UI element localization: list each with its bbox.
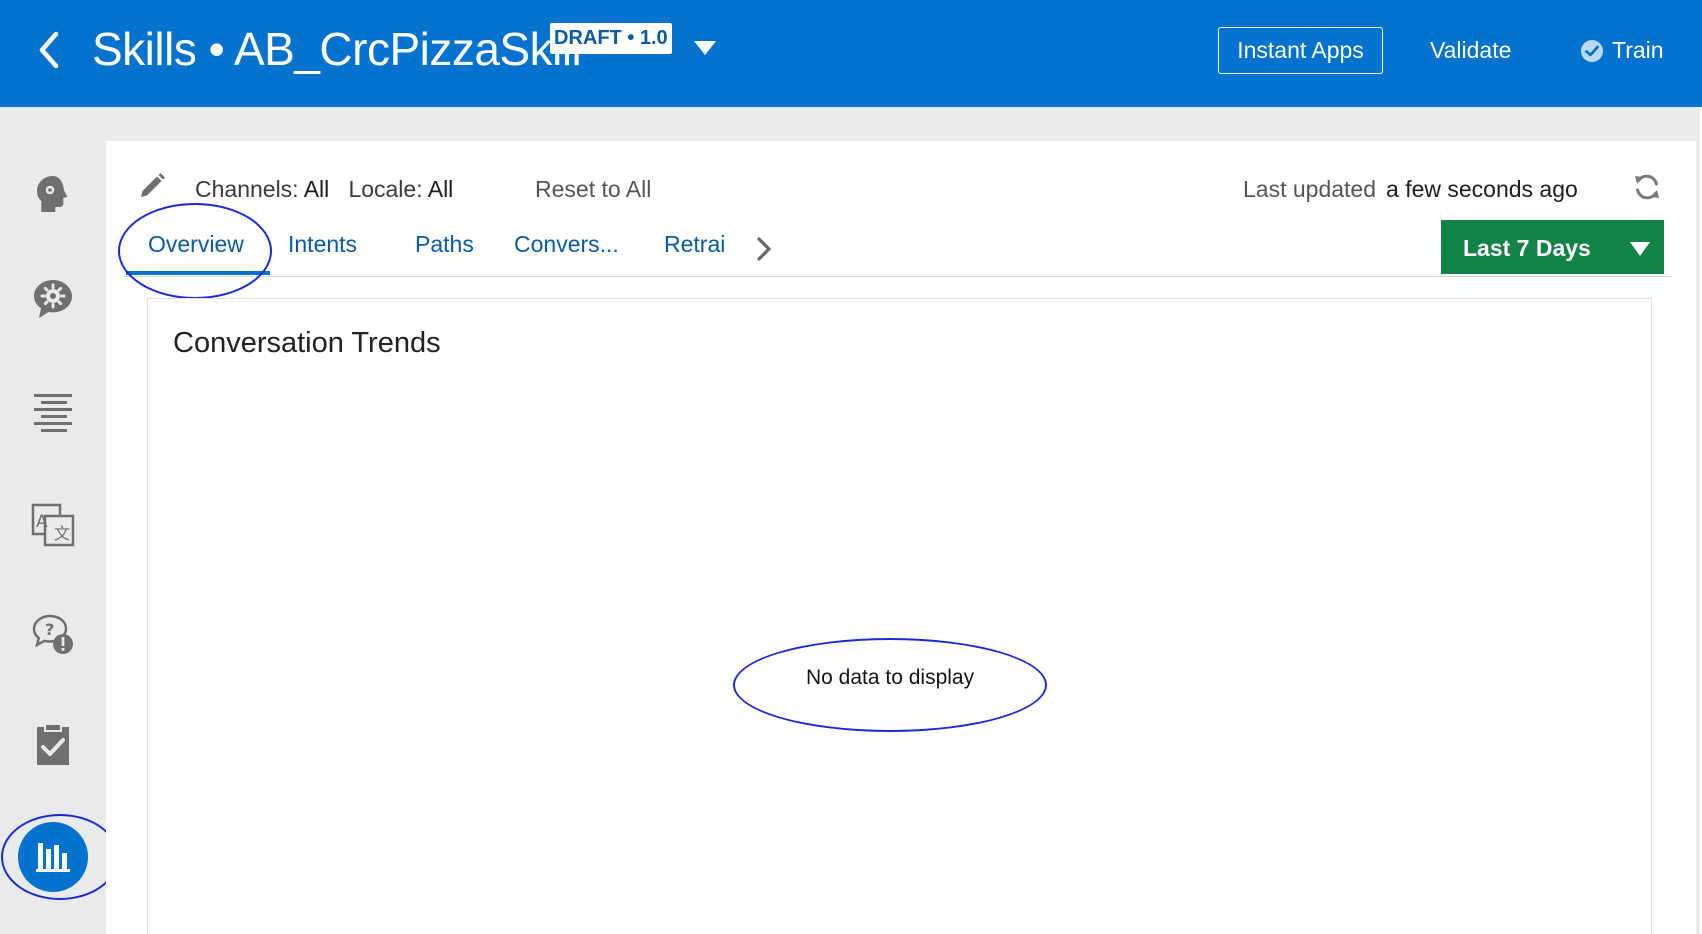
channels-label: Channels: bbox=[195, 176, 299, 202]
resource-bundles-icon[interactable]: A 文 bbox=[30, 502, 76, 548]
filter-summary: Channels: All Locale: All bbox=[195, 176, 453, 203]
annotation-circle-empty-state bbox=[733, 638, 1047, 732]
app-header: Skills • AB_CrcPizzaSkill DRAFT • 1.0 In… bbox=[0, 0, 1702, 107]
entities-icon[interactable] bbox=[30, 276, 76, 322]
intents-icon[interactable] bbox=[30, 172, 76, 218]
tabs-divider bbox=[126, 276, 1672, 277]
instant-apps-button[interactable]: Instant Apps bbox=[1218, 27, 1383, 74]
check-circle-icon bbox=[1581, 39, 1603, 62]
quality-icon[interactable] bbox=[30, 722, 76, 768]
qna-icon[interactable]: ? bbox=[30, 612, 76, 658]
tab-conversations[interactable]: Convers... bbox=[514, 231, 619, 258]
date-range-dropdown[interactable]: Last 7 Days bbox=[1441, 220, 1664, 274]
svg-text:文: 文 bbox=[54, 524, 70, 543]
tab-retrainer[interactable]: Retrai bbox=[664, 231, 731, 258]
validate-button[interactable]: Validate bbox=[1430, 37, 1511, 64]
tabs-scroll-right-icon[interactable] bbox=[754, 235, 774, 263]
train-button[interactable]: Train bbox=[1580, 37, 1664, 64]
conversation-trends-card bbox=[147, 298, 1652, 934]
svg-text:?: ? bbox=[45, 620, 54, 639]
annotation-circle-insights bbox=[1, 814, 119, 900]
date-range-label: Last 7 Days bbox=[1463, 235, 1591, 261]
channels-value: All bbox=[303, 176, 330, 202]
version-badge: DRAFT • 1.0 bbox=[550, 23, 672, 54]
locale-value: All bbox=[427, 176, 454, 202]
tab-paths[interactable]: Paths bbox=[415, 231, 474, 258]
last-updated-label: Last updated bbox=[1243, 176, 1377, 202]
locale-label: Locale: bbox=[348, 176, 423, 202]
svg-text:A: A bbox=[36, 512, 48, 532]
back-chevron-icon[interactable] bbox=[34, 28, 64, 72]
annotation-circle-overview bbox=[118, 203, 272, 299]
train-label: Train bbox=[1612, 37, 1664, 63]
edit-filters-pencil-icon[interactable] bbox=[138, 172, 166, 200]
last-updated-value: a few seconds ago bbox=[1386, 176, 1578, 202]
reset-to-all-link[interactable]: Reset to All bbox=[535, 176, 651, 203]
version-dropdown-icon[interactable] bbox=[694, 41, 716, 55]
dropdown-arrow-icon bbox=[1630, 242, 1650, 256]
refresh-icon[interactable] bbox=[1632, 172, 1662, 202]
tab-intents[interactable]: Intents bbox=[288, 231, 357, 258]
skill-title: Skills • AB_CrcPizzaSkill bbox=[92, 23, 582, 75]
last-updated: Last updated a few seconds ago bbox=[1243, 176, 1578, 203]
flows-icon[interactable] bbox=[30, 390, 76, 436]
card-title: Conversation Trends bbox=[173, 327, 441, 359]
